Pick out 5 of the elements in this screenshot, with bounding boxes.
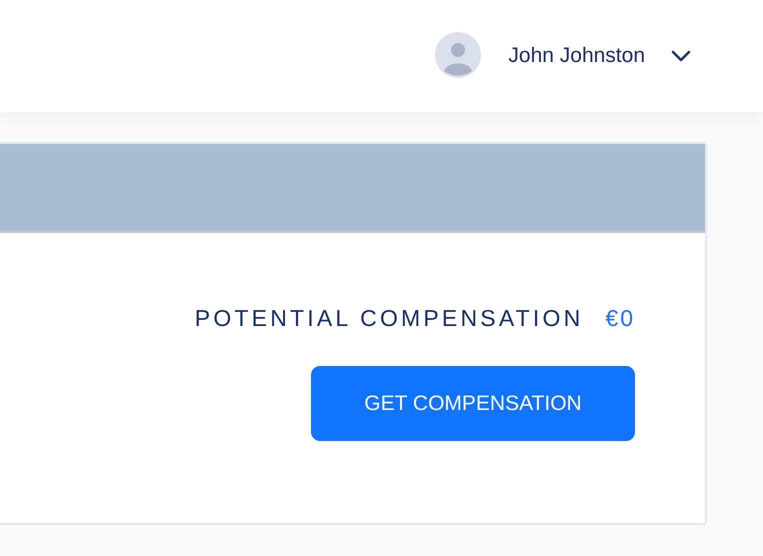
get-compensation-button[interactable]: GET COMPENSATION <box>311 366 635 441</box>
compensation-label: POTENTIAL COMPENSATION <box>194 305 584 332</box>
user-name[interactable]: John Johnston <box>508 44 645 68</box>
compensation-amount: €0 <box>605 305 635 332</box>
chevron-down-icon[interactable] <box>671 50 691 62</box>
